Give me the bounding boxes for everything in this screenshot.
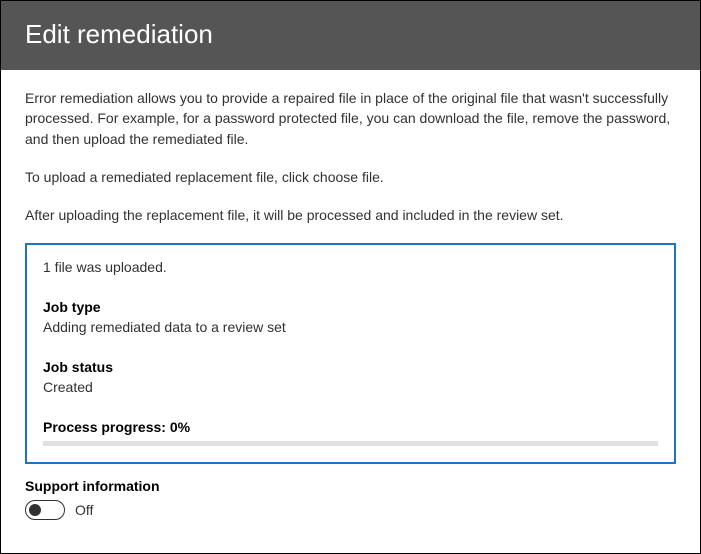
job-status-label: Job status xyxy=(43,359,658,375)
support-section: Support information Off xyxy=(1,464,700,520)
support-toggle-row: Off xyxy=(25,500,676,520)
panel-content: Error remediation allows you to provide … xyxy=(1,70,700,464)
progress-label: Process progress: 0% xyxy=(43,419,658,435)
panel-header: Edit remediation xyxy=(1,1,700,70)
description-text-3: After uploading the replacement file, it… xyxy=(25,205,676,225)
support-toggle-state: Off xyxy=(75,502,93,518)
panel-title: Edit remediation xyxy=(25,19,676,50)
upload-message: 1 file was uploaded. xyxy=(43,259,658,275)
job-status-group: Job status Created xyxy=(43,359,658,395)
job-type-label: Job type xyxy=(43,299,658,315)
job-status-value: Created xyxy=(43,379,658,395)
progress-group: Process progress: 0% xyxy=(43,419,658,446)
job-type-group: Job type Adding remediated data to a rev… xyxy=(43,299,658,335)
progress-bar xyxy=(43,441,658,446)
support-toggle[interactable] xyxy=(25,500,65,520)
toggle-knob xyxy=(29,504,41,516)
description-text-1: Error remediation allows you to provide … xyxy=(25,88,676,149)
description-text-2: To upload a remediated replacement file,… xyxy=(25,167,676,187)
job-type-value: Adding remediated data to a review set xyxy=(43,319,658,335)
status-box: 1 file was uploaded. Job type Adding rem… xyxy=(25,243,676,464)
support-information-label: Support information xyxy=(25,478,676,494)
